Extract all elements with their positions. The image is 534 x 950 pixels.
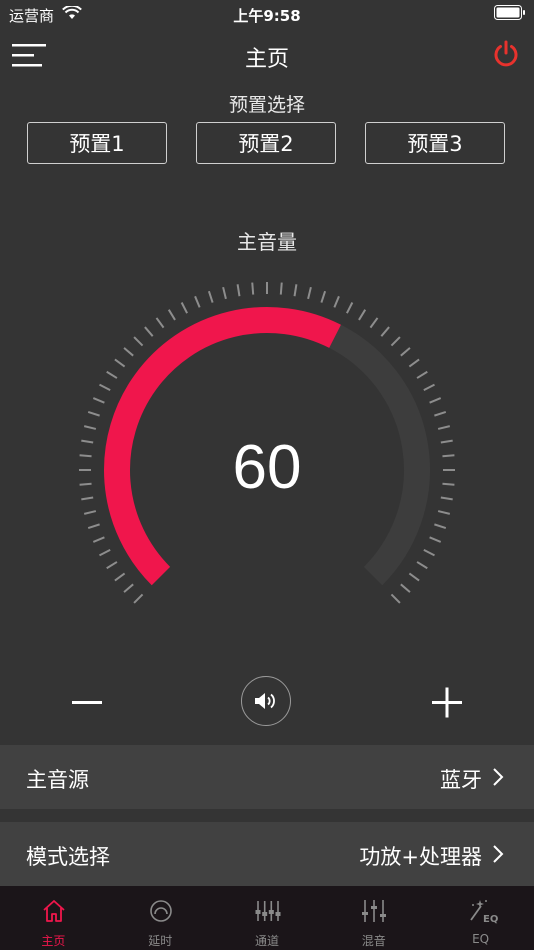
dial-tick — [307, 286, 312, 300]
dial-tick — [437, 510, 451, 515]
chevron-right-icon — [493, 845, 504, 863]
dial-tick — [114, 358, 126, 368]
dial-tick — [434, 410, 447, 417]
dial-tick — [133, 336, 144, 347]
tab-home[interactable]: 主页 — [0, 886, 107, 950]
dial-tick — [400, 347, 411, 357]
dial-tick — [400, 583, 411, 593]
delay-icon — [149, 900, 172, 922]
dial-tick — [99, 549, 111, 557]
dial-tick — [429, 397, 442, 404]
speaker-icon — [255, 693, 275, 709]
tab-eq[interactable]: EQ EQ — [427, 886, 534, 950]
volume-up-button[interactable] — [422, 680, 472, 724]
dial-tick — [251, 282, 255, 295]
home-icon — [43, 900, 65, 922]
dial-tick — [408, 572, 420, 582]
mode-select-value: 功放+处理器 — [359, 845, 482, 869]
mixer-icon — [362, 900, 387, 922]
tab-delay[interactable]: 延时 — [107, 886, 214, 950]
tab-label: 通道 — [254, 934, 279, 948]
dial-tick — [293, 284, 298, 297]
dial-tick — [434, 523, 447, 530]
dial-tick — [99, 383, 111, 391]
dial-tick — [416, 370, 428, 379]
dial-tick — [106, 561, 118, 570]
dial-tick — [416, 561, 428, 570]
channel-icon — [255, 901, 281, 921]
preset-3-button[interactable]: 预置3 — [365, 122, 505, 164]
dial-tick — [114, 572, 126, 582]
dial-tick — [180, 302, 188, 314]
svg-text:EQ: EQ — [483, 914, 498, 924]
dial-tick — [144, 326, 154, 337]
mode-select-label: 模式选择 — [26, 845, 110, 869]
tab-label: 混音 — [361, 934, 386, 948]
dial-tick — [133, 593, 144, 604]
dial-tick — [346, 302, 354, 314]
page-title: 主页 — [244, 47, 289, 72]
tab-mixer[interactable]: 混音 — [320, 886, 427, 950]
dial-tick — [123, 583, 134, 593]
dial-tick — [358, 309, 367, 321]
dial-tick — [429, 536, 442, 543]
dial-tick — [423, 383, 435, 391]
dial-tick — [83, 510, 97, 515]
dial-tick — [423, 549, 435, 557]
preset-2-button[interactable]: 预置2 — [196, 122, 336, 164]
dial-tick — [222, 286, 227, 300]
dial-tick — [106, 370, 118, 379]
master-volume-label: 主音量 — [237, 230, 297, 254]
dial-tick — [369, 317, 379, 329]
dial-tick — [123, 347, 134, 357]
mode-select-row[interactable]: 模式选择 功放+处理器 — [0, 822, 534, 886]
tab-channel[interactable]: 通道 — [214, 886, 321, 950]
audio-source-value: 蓝牙 — [440, 768, 482, 792]
tab-label: EQ — [472, 932, 490, 946]
dial-tick — [390, 336, 401, 347]
audio-source-row[interactable]: 主音源 蓝牙 — [0, 745, 534, 809]
tab-label: 延时 — [148, 934, 173, 948]
tab-bar: 主页 延时 通道 混音 EQ EQ — [0, 886, 534, 950]
volume-down-button[interactable] — [62, 680, 112, 724]
dial-tick — [155, 317, 165, 329]
dial-tick — [167, 309, 176, 321]
dial-tick — [83, 425, 97, 430]
nav-bar: 主页 — [0, 28, 534, 82]
dial-tick — [437, 425, 451, 430]
dial-tick — [279, 282, 283, 295]
preset-section-label: 预置选择 — [228, 94, 305, 116]
clock: 上午9:58 — [233, 7, 301, 25]
chevron-right-icon — [493, 768, 504, 786]
dial-tick — [380, 326, 390, 337]
volume-value: 60 — [232, 433, 302, 502]
tab-label: 主页 — [41, 934, 66, 948]
dial-tick — [87, 523, 100, 530]
power-icon[interactable] — [492, 40, 520, 68]
dial-tick — [320, 290, 327, 303]
dial-tick — [87, 410, 100, 417]
status-bar: 运营商 上午9:58 — [0, 0, 534, 28]
preset-1-button[interactable]: 预置1 — [27, 122, 167, 164]
dial-tick — [408, 358, 420, 368]
dial-tick — [236, 284, 241, 297]
dial-tick — [333, 295, 340, 308]
battery-icon — [494, 5, 525, 20]
dial-tick — [92, 397, 105, 404]
audio-source-label: 主音源 — [26, 768, 89, 792]
eq-icon: EQ — [470, 900, 498, 924]
dial-tick — [194, 295, 201, 308]
dial-tick — [92, 536, 105, 543]
dial-tick — [390, 593, 401, 604]
mute-button[interactable] — [241, 676, 291, 726]
dial-tick — [207, 290, 214, 303]
